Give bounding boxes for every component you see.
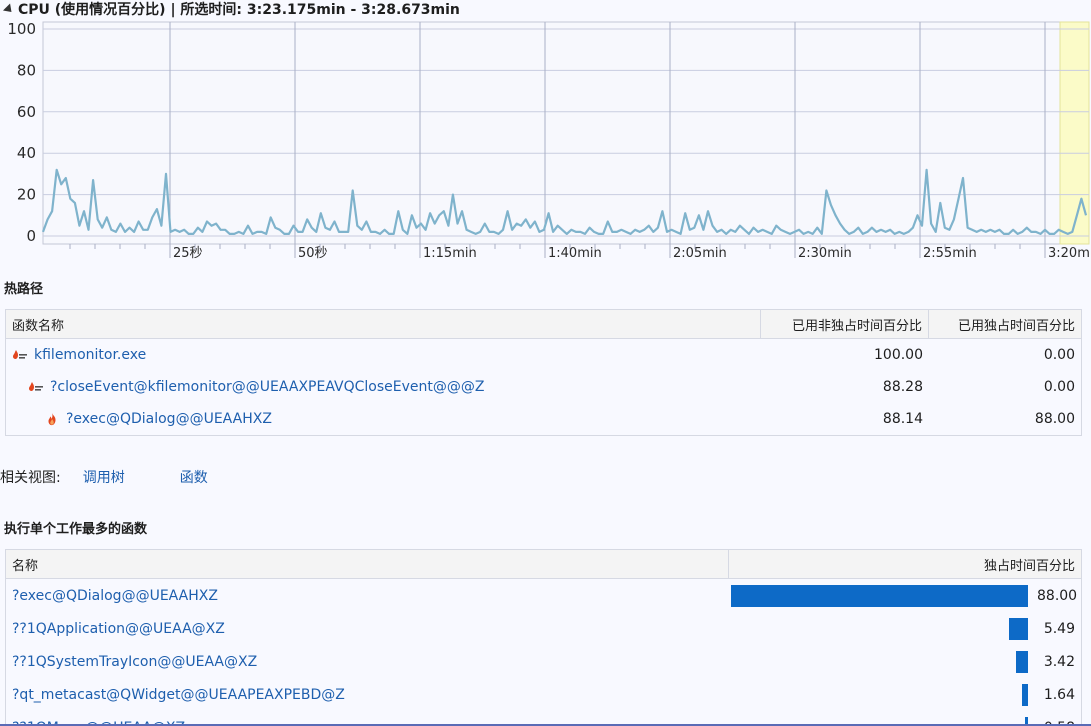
hot-path-table: 函数名称 已用非独占时间百分比 已用独占时间百分比 kfilemonitor.e… bbox=[5, 309, 1082, 436]
hot-path-row[interactable]: kfilemonitor.exe 100.00 0.00 bbox=[6, 339, 1081, 371]
cpu-section-header[interactable]: CPU (使用情况百分比) | 所选时间: 3:23.175min - 3:28… bbox=[0, 0, 1091, 18]
function-name-cell: kfilemonitor.exe bbox=[6, 347, 761, 363]
exclusive-percent-bar bbox=[1016, 650, 1028, 673]
hot-path-row[interactable]: ?exec@QDialog@@UEAAHXZ 88.14 88.00 bbox=[6, 403, 1081, 435]
collapse-triangle-icon[interactable] bbox=[2, 2, 16, 16]
exclusive-percent-bar bbox=[1009, 617, 1028, 640]
top-function-row[interactable]: ??1QSystemTrayIcon@@UEAA@XZ 3.42 bbox=[6, 645, 1081, 678]
x-tick-label: 2:55min bbox=[923, 246, 977, 261]
top-functions-table: 名称 独占时间百分比 ?exec@QDialog@@UEAAHXZ 88.00??… bbox=[5, 549, 1082, 726]
column-header-inclusive[interactable]: 已用非独占时间百分比 bbox=[761, 310, 929, 338]
function-name-cell: ?exec@QDialog@@UEAAHXZ bbox=[6, 588, 729, 604]
x-tick-label: 1:15min bbox=[423, 246, 477, 261]
inclusive-percent-cell: 88.28 bbox=[882, 379, 923, 395]
function-name-link[interactable]: kfilemonitor.exe bbox=[34, 347, 146, 363]
function-name-cell: ??1QApplication@@UEAA@XZ bbox=[6, 621, 729, 637]
function-name-link[interactable]: ?qt_metacast@QWidget@@UEAAPEAXPEBD@Z bbox=[12, 687, 345, 703]
y-tick-label: 40 bbox=[17, 144, 36, 162]
exclusive-percent-value: 3.42 bbox=[1043, 653, 1075, 670]
y-tick-label: 0 bbox=[26, 227, 36, 245]
cpu-chart-svg[interactable]: 100 80 60 40 20 0 25秒 50秒 1:15min 1:40min 2:05min 2… bbox=[0, 18, 1091, 263]
top-function-row[interactable]: ?exec@QDialog@@UEAAHXZ 88.00 bbox=[6, 579, 1081, 612]
y-tick-label: 80 bbox=[17, 61, 36, 79]
column-header-exclusive[interactable]: 已用独占时间百分比 bbox=[929, 310, 1081, 338]
exclusive-percent-value: 1.64 bbox=[1043, 686, 1075, 703]
column-header-function-name[interactable]: 函数名称 bbox=[6, 310, 761, 338]
x-tick-label: 3:20m bbox=[1048, 246, 1090, 261]
function-name-cell: ?closeEvent@kfilemonitor@@UEAAXPEAVQClos… bbox=[6, 379, 761, 395]
hot-path-header-row: 函数名称 已用非独占时间百分比 已用独占时间百分比 bbox=[6, 310, 1081, 339]
exclusive-percent-bar bbox=[1022, 683, 1028, 706]
flame-icon bbox=[48, 412, 56, 426]
top-function-row[interactable]: ??1QApplication@@UEAA@XZ 5.49 bbox=[6, 612, 1081, 645]
functions-link[interactable]: 函数 bbox=[180, 467, 208, 487]
hot-path-row[interactable]: ?closeEvent@kfilemonitor@@UEAAXPEAVQClos… bbox=[6, 371, 1081, 403]
hot-path-rows: kfilemonitor.exe 100.00 0.00 ?closeEvent@kf… bbox=[6, 339, 1081, 435]
exclusive-percent-value: 88.00 bbox=[1037, 587, 1078, 604]
exclusive-percent-bar bbox=[731, 584, 1028, 607]
plot-area bbox=[42, 21, 1090, 245]
hot-path-arrow-icon bbox=[13, 350, 27, 359]
related-views-label: 相关视图: bbox=[0, 470, 61, 486]
function-name-link[interactable]: ?exec@QDialog@@UEAAHXZ bbox=[12, 588, 218, 604]
function-name-cell: ??1QSystemTrayIcon@@UEAA@XZ bbox=[6, 654, 729, 670]
top-functions-rows: ?exec@QDialog@@UEAAHXZ 88.00 ??1QApplicati… bbox=[6, 579, 1081, 726]
y-tick-label: 100 bbox=[7, 20, 36, 38]
x-tick-label: 25秒 bbox=[173, 246, 203, 261]
function-name-cell: ?qt_metacast@QWidget@@UEAAPEAXPEBD@Z bbox=[6, 687, 729, 703]
function-name-link[interactable]: ?exec@QDialog@@UEAAHXZ bbox=[66, 411, 272, 427]
function-name-cell: ?exec@QDialog@@UEAAHXZ bbox=[6, 411, 761, 427]
hot-path-arrow-icon bbox=[29, 382, 43, 391]
inclusive-percent-cell: 88.14 bbox=[882, 411, 923, 427]
column-header-name[interactable]: 名称 bbox=[6, 550, 729, 578]
top-functions-title: 执行单个工作最多的函数 bbox=[4, 522, 148, 537]
exclusive-percent-cell: 88.00 bbox=[729, 584, 1081, 607]
cpu-section-title: CPU (使用情况百分比) | 所选时间: 3:23.175min - 3:28… bbox=[18, 2, 460, 18]
related-views: 相关视图: 调用树 函数 bbox=[0, 466, 263, 488]
exclusive-percent-cell: 0.00 bbox=[1043, 347, 1075, 363]
hot-path-title: 热路径 bbox=[4, 282, 44, 297]
exclusive-percent-cell: 5.49 bbox=[729, 617, 1081, 640]
exclusive-percent-cell: 1.64 bbox=[729, 683, 1081, 706]
x-tick-label: 2:30min bbox=[798, 246, 852, 261]
function-name-link[interactable]: ??1QSystemTrayIcon@@UEAA@XZ bbox=[12, 654, 257, 670]
x-tick-label: 1:40min bbox=[548, 246, 602, 261]
cpu-usage-chart[interactable]: 100 80 60 40 20 0 25秒 50秒 1:15min 1:40min 2:05min 2… bbox=[0, 18, 1091, 263]
top-functions-header-row: 名称 独占时间百分比 bbox=[6, 550, 1081, 579]
function-name-link[interactable]: ??1QApplication@@UEAA@XZ bbox=[12, 621, 225, 637]
y-tick-label: 60 bbox=[17, 103, 36, 121]
exclusive-percent-cell: 3.42 bbox=[729, 650, 1081, 673]
column-header-exclusive-percent[interactable]: 独占时间百分比 bbox=[729, 550, 1081, 578]
exclusive-percent-cell: 0.00 bbox=[1043, 379, 1075, 395]
x-tick-label: 2:05min bbox=[673, 246, 727, 261]
top-function-row[interactable]: ?qt_metacast@QWidget@@UEAAPEAXPEBD@Z 1.64 bbox=[6, 678, 1081, 711]
x-tick-label: 50秒 bbox=[298, 246, 328, 261]
exclusive-percent-cell: 88.00 bbox=[1034, 411, 1075, 427]
call-tree-link[interactable]: 调用树 bbox=[83, 467, 125, 487]
exclusive-percent-value: 5.49 bbox=[1043, 620, 1075, 637]
function-name-link[interactable]: ?closeEvent@kfilemonitor@@UEAAXPEAVQClos… bbox=[50, 379, 484, 395]
y-tick-label: 20 bbox=[17, 186, 36, 204]
inclusive-percent-cell: 100.00 bbox=[874, 347, 923, 363]
